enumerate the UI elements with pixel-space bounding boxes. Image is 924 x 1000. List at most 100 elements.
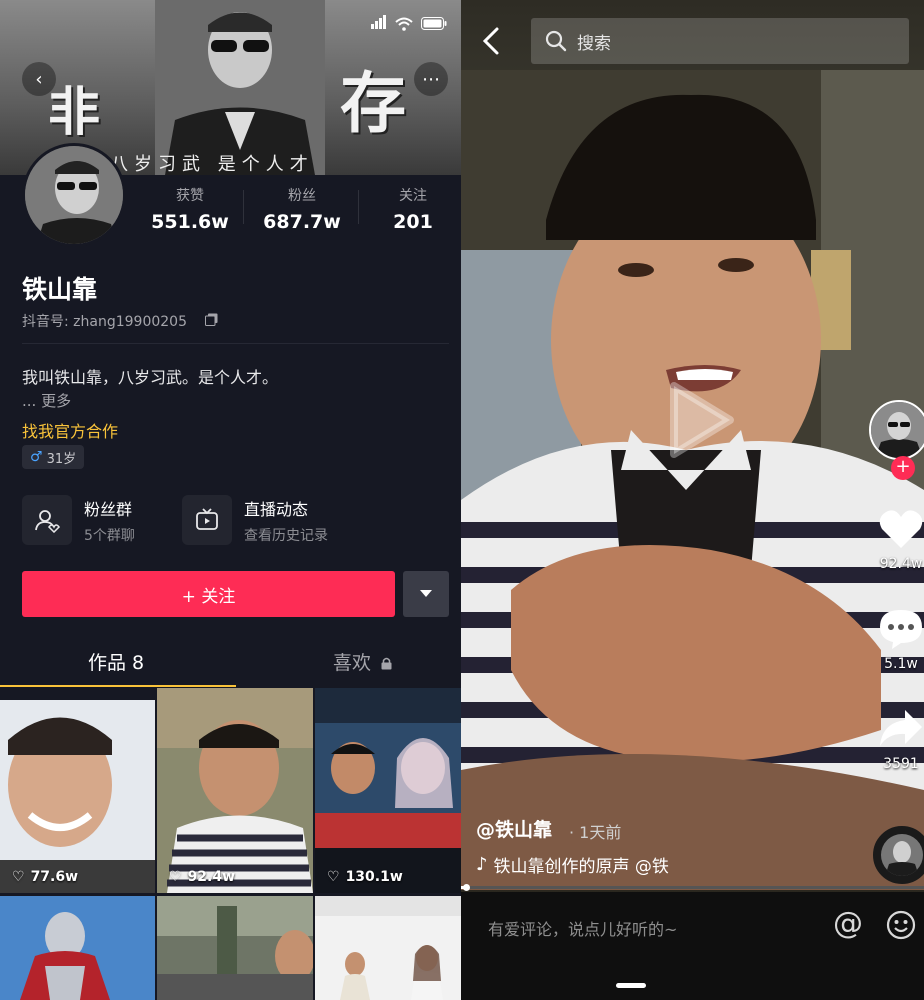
author-avatar[interactable] (869, 400, 924, 460)
profile-bio: 我叫铁山靠，八岁习武。是个人才。 (22, 368, 279, 387)
more-dots-icon: ⋯ (422, 68, 440, 90)
like-count: 92.4w (879, 556, 923, 572)
search-placeholder: 搜索 (577, 33, 611, 54)
thumbnail-image (315, 896, 461, 1000)
tab-likes[interactable]: 喜欢 (333, 648, 392, 675)
share-count: 3591 (883, 756, 919, 772)
battery-icon (421, 17, 447, 30)
fans-group-icon (35, 510, 60, 533)
back-button[interactable]: ‹ (22, 62, 56, 96)
heart-outline-icon: ♡ (327, 869, 340, 885)
video-thumbnail[interactable]: ♡ 130.1w (315, 688, 461, 893)
back-arrow-icon[interactable] (479, 26, 505, 56)
follow-button[interactable]: + 关注 (22, 571, 395, 617)
wifi-icon (395, 17, 413, 31)
cover-text-right: 存 (340, 64, 406, 142)
comment-icon (880, 610, 922, 649)
stat-following-value: 201 (393, 211, 433, 233)
video-frame[interactable] (461, 70, 924, 890)
comment-count: 5.1w (884, 656, 918, 672)
thumbnail-likes: 92.4w (187, 869, 236, 885)
profile-avatar[interactable] (22, 143, 126, 247)
stat-likes[interactable]: 获赞 551.6w (150, 185, 230, 233)
music-title: 铁山靠创作的原声 @铁 (493, 857, 669, 877)
video-thumbnail[interactable]: ♡ 77.6w (0, 700, 155, 893)
profile-name: 铁山靠 (22, 275, 98, 304)
stat-fans-value: 687.7w (263, 211, 341, 233)
share-icon (880, 710, 922, 746)
signal-icon (371, 14, 387, 33)
more-options-button[interactable]: ⋯ (414, 62, 448, 96)
author-avatar-image (871, 402, 924, 458)
video-thumbnail[interactable] (157, 896, 313, 1000)
copy-icon[interactable] (205, 313, 218, 326)
fans-group-title: 粉丝群 (84, 499, 133, 519)
video-progress-bar[interactable] (461, 884, 924, 891)
lock-icon (381, 657, 392, 670)
thumbnail-image (157, 688, 313, 893)
stat-likes-label: 获赞 (176, 188, 204, 204)
live-history-title: 直播动态 (244, 499, 309, 519)
thumbnail-image (157, 896, 313, 1000)
video-music[interactable]: ♪ 铁山靠创作的原声 @铁 (476, 852, 669, 877)
music-note-icon: ♪ (476, 854, 488, 875)
video-progress-handle[interactable] (462, 884, 470, 891)
male-icon: ♂ (30, 449, 43, 465)
live-history-entry[interactable]: 直播动态 查看历史记录 (182, 494, 328, 546)
thumbnail-likes: 130.1w (345, 869, 403, 885)
video-author[interactable]: @铁山靠 (476, 815, 552, 842)
video-panel: 搜索 + 92.4w 5.1w 3591 @铁山靠 · 1天前 ♪ 铁山靠创作的… (461, 0, 924, 1000)
douyin-id: 抖音号: zhang19900205 (22, 314, 187, 330)
age-label: 31岁 (46, 451, 77, 467)
thumbnail-image (315, 688, 461, 893)
search-icon (545, 30, 567, 52)
fans-group-subtitle: 5个群聊 (84, 527, 135, 544)
heart-icon (879, 510, 923, 548)
thumbnail-likes: 77.6w (30, 869, 79, 885)
status-bar (371, 14, 447, 33)
follow-dropdown-button[interactable] (403, 571, 449, 617)
music-disc-icon[interactable] (873, 826, 924, 884)
tab-likes-label: 喜欢 (333, 652, 372, 674)
mention-button[interactable]: @ (833, 906, 863, 941)
video-posted-time: · 1天前 (569, 823, 622, 842)
share-action[interactable]: 3591 (871, 708, 924, 772)
back-arrow-icon: ‹ (35, 68, 43, 90)
profile-panel: 非 存 八岁习武 是个人才 ‹ ⋯ 获赞 551.6w 粉丝 687.7w 关注… (0, 0, 461, 1000)
follow-plus-icon[interactable]: + (891, 456, 915, 480)
stat-following[interactable]: 关注 201 (378, 185, 448, 233)
gender-age-tag: ♂ 31岁 (22, 445, 85, 469)
tab-works[interactable]: 作品 8 (88, 648, 144, 675)
comment-action[interactable]: 5.1w (871, 608, 924, 672)
bio-more-link[interactable]: ... 更多 (22, 390, 71, 411)
search-box[interactable]: 搜索 (531, 18, 909, 64)
play-icon[interactable] (666, 380, 736, 460)
avatar-image (25, 146, 123, 244)
cover-person-image (155, 0, 325, 175)
thumbnail-image (0, 700, 155, 893)
stat-following-label: 关注 (399, 188, 427, 204)
triangle-down-icon (420, 590, 432, 597)
fans-group-entry[interactable]: 粉丝群 5个群聊 (22, 494, 135, 546)
stat-divider (358, 190, 359, 224)
official-cooperation-link[interactable]: 找我官方合作 (22, 418, 118, 442)
comment-bar: 有爱评论，说点儿好听的~ @ (461, 892, 924, 1000)
tab-active-indicator (0, 685, 236, 687)
cover-subtitle: 八岁习武 是个人才 (110, 154, 314, 175)
stat-fans[interactable]: 粉丝 687.7w (262, 185, 342, 233)
live-history-subtitle: 查看历史记录 (244, 527, 328, 544)
thumbnail-image (0, 896, 155, 1000)
stat-likes-value: 551.6w (151, 211, 229, 233)
video-thumbnail[interactable]: ♡ 92.4w (157, 688, 313, 893)
like-action[interactable]: 92.4w (871, 508, 924, 572)
emoji-icon[interactable] (886, 910, 916, 940)
heart-outline-icon: ♡ (12, 869, 25, 885)
divider (22, 343, 449, 344)
video-thumbnail[interactable] (0, 896, 155, 1000)
live-tv-icon (196, 508, 218, 530)
home-indicator (616, 983, 646, 988)
stat-divider (243, 190, 244, 224)
comment-input[interactable]: 有爱评论，说点儿好听的~ (488, 916, 677, 940)
stat-fans-label: 粉丝 (288, 188, 316, 204)
video-thumbnail[interactable] (315, 896, 461, 1000)
